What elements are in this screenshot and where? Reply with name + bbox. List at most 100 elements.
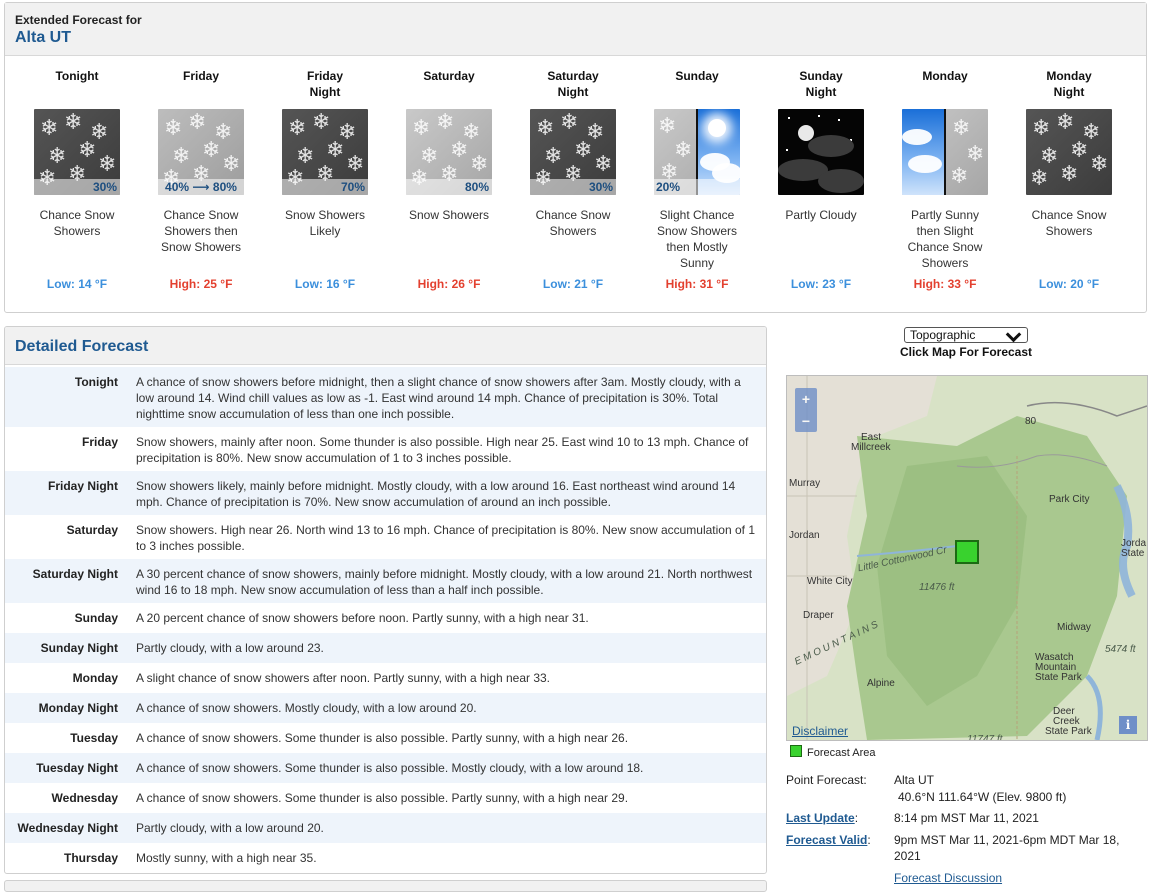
short-forecast-line: Showers then [164, 224, 238, 238]
forecast-period[interactable]: Saturday Night ❄ ❄ ❄ ❄ ❄ ❄ ❄ ❄ 30% Chance Snow Showe… [513, 68, 633, 291]
forecast-period[interactable]: Tonight ❄ ❄ ❄ ❄ ❄ ❄ ❄ ❄ 30% Chance Snow Showers Low:… [17, 68, 137, 291]
period-name: Friday [141, 68, 261, 102]
snowflake-icon: ❄ [288, 115, 307, 140]
period-name-line: Night [557, 85, 589, 99]
snowflake-icon: ❄ [470, 151, 489, 176]
short-forecast-line: Chance Snow [1031, 208, 1107, 222]
last-update-row: Last Update: [786, 811, 858, 825]
forecast-valid-link[interactable]: Forecast Valid [786, 833, 867, 847]
short-forecast-line: Sunny [679, 256, 715, 270]
period-short-forecast: Snow Showers Likely [265, 207, 385, 271]
row-forecast-text: A chance of snow showers. Mostly cloudy,… [136, 701, 477, 715]
last-update-colon: : [854, 811, 859, 825]
forecast-period[interactable]: Friday ❄ ❄ ❄ ❄ ❄ ❄ ❄ ❄ 40% ⟶ 80% Chance Snow Shower… [141, 68, 261, 291]
period-short-forecast: Slight Chance Snow Showers then Mostly Sunn… [637, 207, 757, 271]
map-info-button[interactable]: i [1119, 716, 1137, 734]
snowflake-icon: ❄ [78, 137, 97, 162]
snowflake-icon: ❄ [966, 141, 985, 166]
snow-showers-icon: ❄ ❄ ❄ ❄ ❄ ❄ ❄ ❄ 30% [34, 109, 120, 195]
period-name-line: Night [805, 85, 837, 99]
snow-showers-icon: ❄ ❄ ❄ ❄ ❄ ❄ ❄ ❄ 40% ⟶ 80% [158, 109, 244, 195]
precip-chance: 30% [530, 179, 616, 195]
map-place-label: 5474 ft [1105, 644, 1136, 655]
row-period-label: Tonight [74, 375, 118, 389]
snowflake-icon: ❄ [64, 109, 83, 134]
precip-chance: 20% [654, 179, 740, 195]
short-forecast-line: Showers [53, 224, 101, 238]
map-disclaimer-link[interactable]: Disclaimer [792, 724, 848, 738]
forecast-valid-colon: : [867, 833, 871, 847]
snow-showers-icon: ❄ ❄ ❄ ❄ ❄ ❄ ❄ ❄ 80% [406, 109, 492, 195]
short-forecast-line: Partly Sunny [910, 208, 980, 222]
short-forecast-line: Showers [549, 224, 597, 238]
period-name: Saturday Night [513, 68, 633, 102]
snow-then-sunny-icon: ❄ ❄ ❄ 20% [654, 109, 740, 195]
forecast-period[interactable]: Sunday ❄ ❄ ❄ 20% Slight Chance Snow Showers the… [637, 68, 757, 291]
period-name-line: Night [309, 85, 341, 99]
row-period-label: Tuesday [70, 731, 118, 745]
snowflake-icon: ❄ [48, 143, 67, 168]
point-forecast-location: Alta UT [894, 773, 935, 787]
map-place-label: State [1121, 548, 1145, 559]
snowflake-icon: ❄ [222, 151, 241, 176]
row-forecast-text: A chance of snow showers. Some thunder i… [136, 761, 644, 775]
forecast-period[interactable]: Saturday ❄ ❄ ❄ ❄ ❄ ❄ ❄ ❄ 80% Snow Showers High: 26 … [389, 68, 509, 291]
forecast-period[interactable]: Monday Night ❄ ❄ ❄ ❄ ❄ ❄ ❄ ❄ Chance Snow Showers Low… [1009, 68, 1129, 291]
forecast-area-swatch-icon [790, 745, 802, 757]
row-forecast-text: Snow showers, mainly after noon. Some th… [136, 435, 749, 465]
precip-chance: 70% [282, 179, 368, 195]
last-update-link[interactable]: Last Update [786, 811, 855, 825]
forecast-period[interactable]: Sunday Night Partly Cloudy Low: 23 °F [761, 68, 881, 291]
snowflake-icon: ❄ [420, 143, 439, 168]
sun-icon [708, 119, 726, 137]
snowflake-icon: ❄ [1070, 137, 1089, 162]
snow-showers-icon: ❄ ❄ ❄ ❄ ❄ ❄ ❄ ❄ [1026, 109, 1112, 195]
point-forecast-coordinates: 40.6°N 111.64°W (Elev. 9800 ft) [898, 790, 1067, 804]
snowflake-icon: ❄ [1090, 151, 1109, 176]
forecast-period[interactable]: Monday ❄ ❄ ❄ Partly Sunny then Slight Chance S… [885, 68, 1005, 291]
period-name: Friday Night [265, 68, 385, 102]
map-place-label: Park City [1049, 494, 1090, 505]
period-name-line: Saturday [423, 69, 475, 83]
forecast-map[interactable]: East Millcreek Murray Park City Jordan Jorda S… [786, 375, 1148, 741]
short-forecast-line: Snow Showers [656, 224, 738, 238]
short-forecast-line: Showers [921, 256, 969, 270]
detailed-forecast-row: Saturday Night A 30 percent chance of sno… [5, 559, 766, 603]
zoom-out-button[interactable]: − [795, 410, 817, 432]
zoom-in-button[interactable]: + [795, 388, 817, 410]
row-forecast-text: Snow showers likely, mainly before midni… [136, 479, 736, 509]
snowflake-icon: ❄ [536, 115, 555, 140]
snowflake-icon: ❄ [172, 143, 191, 168]
map-caption: Click Map For Forecast [899, 345, 1033, 359]
detailed-forecast-row: Tonight A chance of snow showers before m… [5, 367, 766, 427]
snowflake-icon: ❄ [950, 163, 969, 188]
precip-chance: 40% ⟶ 80% [158, 179, 244, 195]
short-forecast-line: Chance Snow [907, 240, 983, 254]
period-temperature: Low: 23 °F [790, 277, 852, 291]
period-short-forecast: Partly Cloudy [761, 207, 881, 271]
detailed-forecast-row: Friday Snow showers, mainly after noon. S… [5, 427, 766, 471]
period-name: Sunday [637, 68, 757, 102]
detailed-forecast-row: Tuesday A chance of snow showers. Some th… [5, 723, 766, 753]
forecast-area-marker[interactable] [955, 540, 979, 564]
snowflake-icon: ❄ [952, 115, 971, 140]
detailed-forecast-row: Thursday Mostly sunny, with a high near 3… [5, 843, 766, 873]
extended-forecast-header: Extended Forecast for Alta UT [5, 3, 1146, 56]
row-forecast-text: A chance of snow showers before midnight… [136, 375, 741, 421]
period-name-line: Night [1053, 85, 1085, 99]
snowflake-icon: ❄ [312, 109, 331, 134]
map-type-select[interactable]: Topographic [904, 326, 1028, 343]
precip-chance: 80% [406, 179, 492, 195]
row-period-label: Sunday Night [40, 641, 118, 655]
snowflake-icon: ❄ [296, 143, 315, 168]
forecast-period[interactable]: Friday Night ❄ ❄ ❄ ❄ ❄ ❄ ❄ ❄ 70% Snow Showers Likely… [265, 68, 385, 291]
short-forecast-line: Snow Showers [284, 208, 366, 222]
period-name: Tonight [17, 68, 137, 102]
detailed-forecast-row: Wednesday Night Partly cloudy, with a low… [5, 813, 766, 843]
snowflake-icon: ❄ [1060, 161, 1079, 186]
short-forecast-line: Slight Chance [659, 208, 735, 222]
period-short-forecast: Chance Snow Showers [17, 207, 137, 271]
forecast-discussion-link[interactable]: Forecast Discussion [894, 871, 1002, 885]
period-name-line: Friday [306, 69, 343, 83]
snowflake-icon: ❄ [1056, 109, 1075, 134]
